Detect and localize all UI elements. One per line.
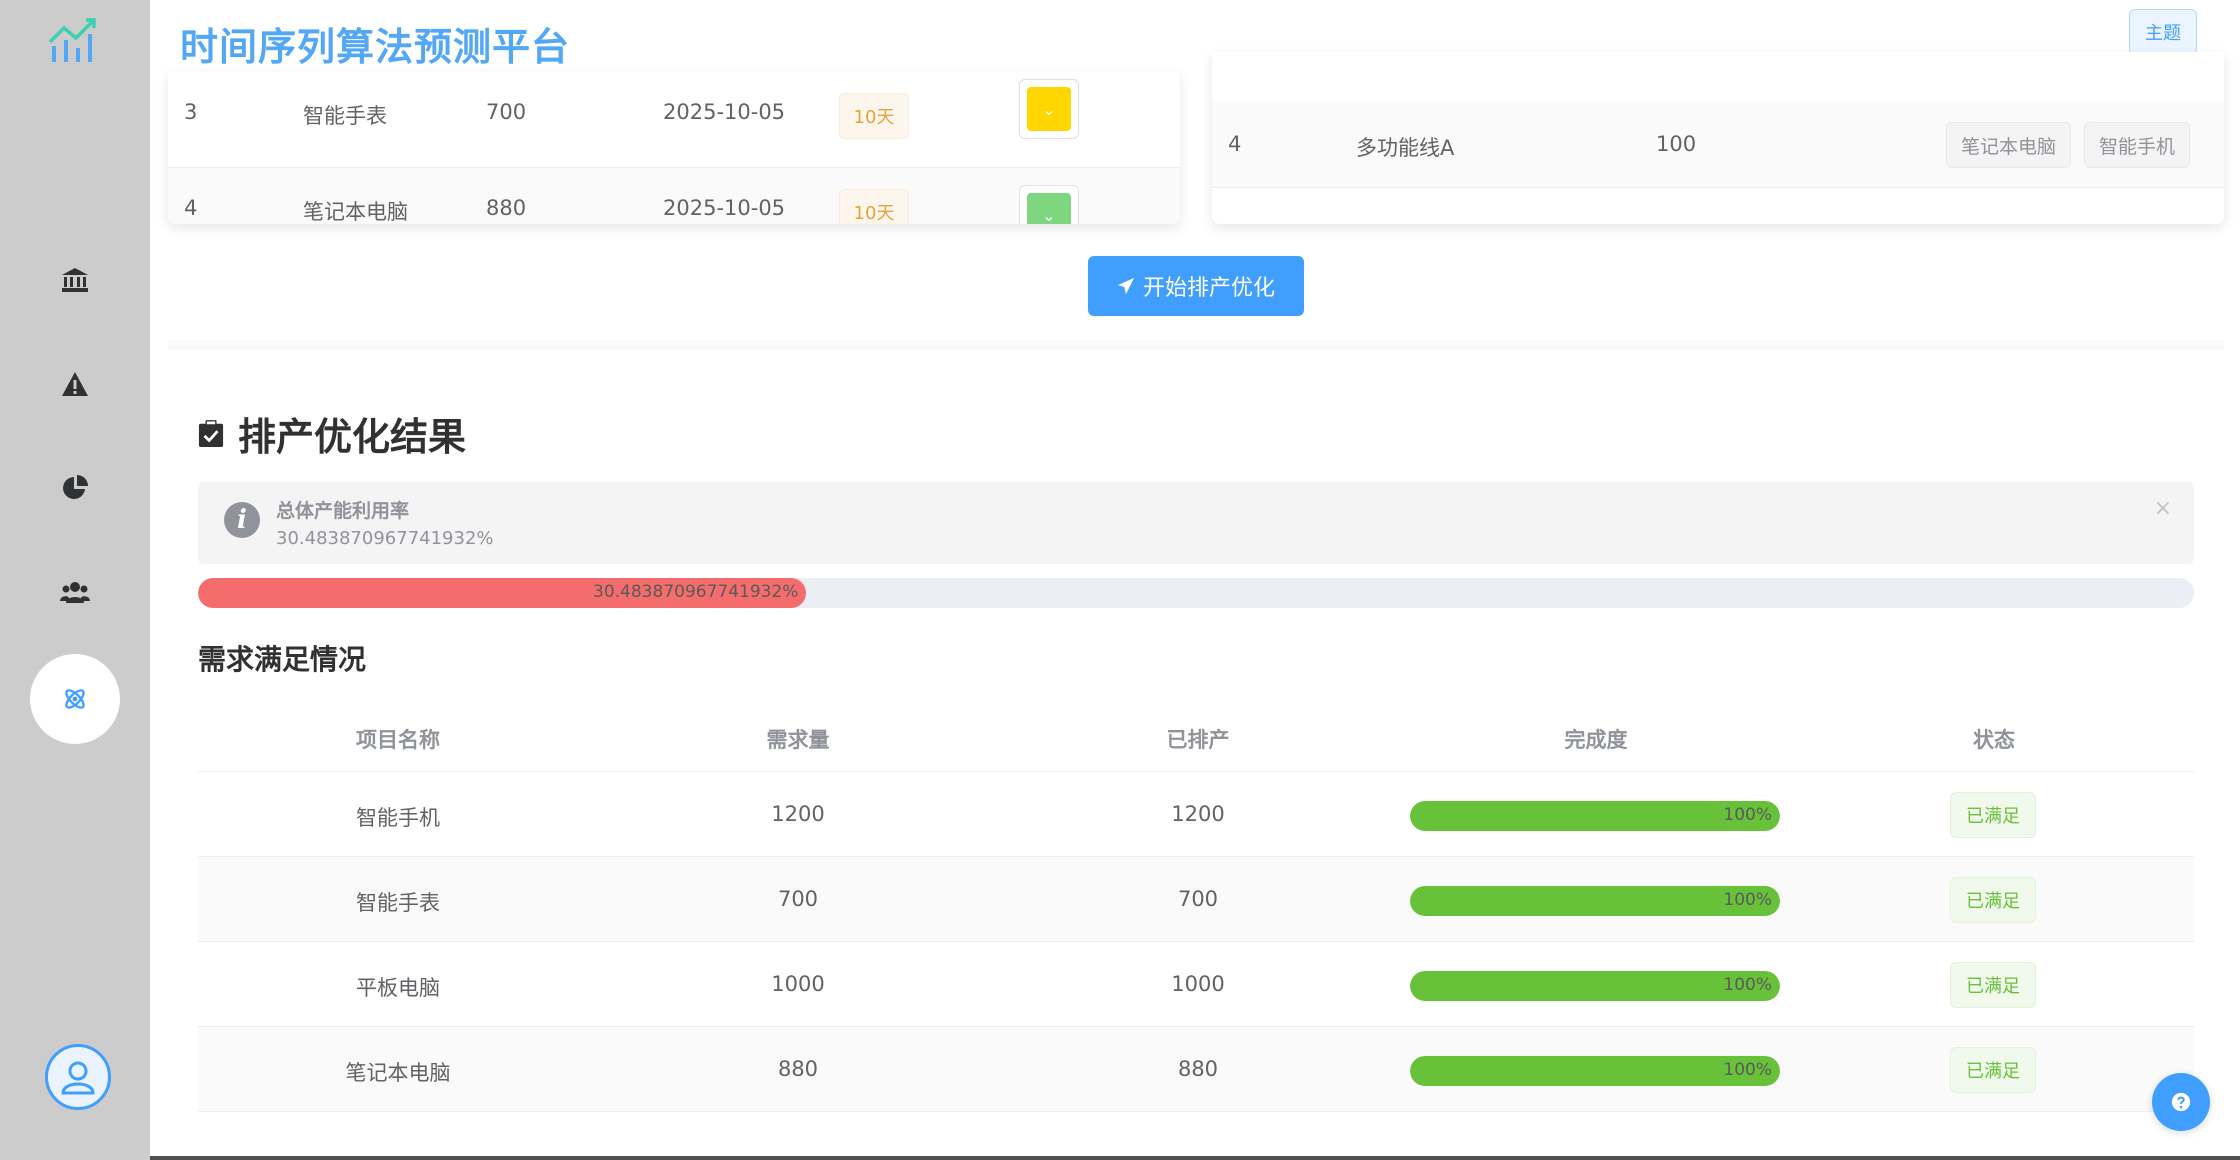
status-badge: 已满足 [1950, 877, 2036, 923]
demand-qty: 700 [777, 887, 819, 911]
completion-progress: 100% [1410, 1056, 1780, 1086]
line-id: 4 [1228, 132, 1242, 156]
column-header: 项目名称 [356, 728, 440, 752]
order-qty: 700 [486, 100, 527, 124]
lines-table: 4 多功能线A 100 笔记本电脑 智能手机 [1212, 52, 2224, 224]
color-swatch: ⌄ [1027, 193, 1071, 224]
scheduled-qty: 1000 [1171, 972, 1225, 996]
scheduled-qty: 880 [1177, 1057, 1219, 1081]
nav-home[interactable] [44, 258, 106, 302]
project-name: 智能手表 [356, 891, 440, 915]
order-product: 智能手表 [303, 104, 387, 128]
utilization-alert: i 总体产能利用率 30.483870967741932% × [198, 482, 2194, 564]
app-title: 时间序列算法预测平台 [180, 25, 571, 69]
orders-table: 3 智能手表 700 2025-10-05 10天 ⌄ 4 笔记本电脑 880 … [168, 72, 1180, 224]
demand-qty: 880 [777, 1057, 819, 1081]
completion-progress-fill: 100% [1410, 801, 1780, 831]
nav-users[interactable] [44, 570, 106, 614]
result-heading: 排产优化结果 [238, 415, 467, 459]
table-row: 智能手机 1200 1200 100% 已满足 [198, 772, 2194, 857]
alert-title: 总体产能利用率 [276, 500, 410, 522]
lead-time-tag: 10天 [839, 189, 909, 224]
nav-alerts[interactable] [44, 362, 106, 406]
pie-chart-icon [63, 475, 88, 499]
close-icon[interactable]: × [2154, 496, 2172, 521]
completion-label: 100% [1723, 805, 1772, 825]
order-date: 2025-10-05 [663, 196, 786, 220]
completion-progress: 100% [1410, 971, 1780, 1001]
color-swatch: ⌄ [1027, 87, 1071, 131]
table-row: 智能手表 700 700 100% 已满足 [198, 857, 2194, 942]
chevron-down-icon: ⌄ [1042, 99, 1056, 119]
color-picker[interactable]: ⌄ [1019, 79, 1079, 139]
scheduled-qty: 700 [1177, 887, 1219, 911]
sidebar [0, 0, 150, 1160]
warning-icon [62, 372, 88, 396]
line-capacity: 100 [1656, 132, 1697, 156]
completion-label: 100% [1723, 1060, 1772, 1080]
theme-button[interactable]: 主题 [2129, 9, 2197, 55]
order-id: 3 [184, 100, 198, 124]
order-product: 笔记本电脑 [303, 200, 408, 224]
status-badge: 已满足 [1950, 792, 2036, 838]
utilization-progress-label: 30.483870967741932% [593, 582, 799, 602]
chart-logo-icon [48, 16, 104, 64]
project-name: 笔记本电脑 [345, 1061, 451, 1085]
product-tag: 笔记本电脑 [1946, 122, 2072, 168]
status-badge: 已满足 [1950, 1047, 2036, 1093]
column-header: 已排产 [1166, 728, 1230, 752]
project-name: 智能手机 [356, 806, 440, 830]
product-tag: 智能手机 [2084, 122, 2191, 168]
completion-progress: 100% [1410, 886, 1780, 916]
nav-analytics[interactable] [44, 466, 106, 510]
project-name: 平板电脑 [356, 976, 440, 1000]
paper-plane-icon [1117, 277, 1135, 295]
bank-icon [62, 268, 88, 292]
utilization-progress: 30.483870967741932% [198, 578, 2194, 608]
alert-description: 30.483870967741932% [276, 528, 494, 549]
order-date: 2025-10-05 [663, 100, 786, 124]
order-id: 4 [184, 196, 198, 220]
help-button[interactable] [2152, 1073, 2210, 1131]
users-icon [60, 582, 90, 603]
info-icon: i [224, 502, 260, 538]
atom-icon [65, 689, 85, 709]
lead-time-tag: 10天 [839, 93, 909, 139]
window-bottom-edge [150, 1156, 2240, 1160]
column-header: 需求量 [766, 728, 830, 752]
scheduled-qty: 1200 [1171, 802, 1225, 826]
line-name: 多功能线A [1356, 136, 1455, 160]
utilization-progress-fill: 30.483870967741932% [198, 578, 807, 608]
user-avatar[interactable] [45, 1044, 111, 1110]
completion-progress: 100% [1410, 801, 1780, 831]
start-optimization-button[interactable]: 开始排产优化 [1088, 256, 1304, 316]
completion-progress-fill: 100% [1410, 1056, 1780, 1086]
result-title: 排产优化结果 [198, 406, 466, 461]
question-icon [2171, 1092, 2191, 1112]
completion-progress-fill: 100% [1410, 886, 1780, 916]
order-qty: 880 [486, 196, 527, 220]
table-header: 项目名称 需求量 已排产 完成度 状态 [198, 702, 2194, 772]
table-row: 平板电脑 1000 1000 100% 已满足 [198, 942, 2194, 1027]
column-header: 状态 [1973, 728, 2015, 752]
color-picker[interactable]: ⌄ [1019, 185, 1079, 224]
user-icon [61, 1061, 95, 1095]
clipboard-check-icon [198, 419, 224, 447]
demand-title: 需求满足情况 [198, 643, 367, 676]
status-badge: 已满足 [1950, 962, 2036, 1008]
start-optimization-label: 开始排产优化 [1142, 276, 1275, 301]
completion-label: 100% [1723, 975, 1772, 995]
column-header: 完成度 [1564, 728, 1628, 752]
demand-qty: 1000 [771, 972, 825, 996]
table-row: 4 多功能线A 100 笔记本电脑 智能手机 [1212, 102, 2224, 188]
nav-scheduling[interactable] [30, 654, 120, 744]
table-row: 3 智能手表 700 2025-10-05 10天 ⌄ [168, 72, 1180, 168]
completion-progress-fill: 100% [1410, 971, 1780, 1001]
completion-label: 100% [1723, 890, 1772, 910]
section-divider [168, 340, 2224, 350]
demand-qty: 1200 [771, 802, 825, 826]
chevron-down-icon: ⌄ [1042, 205, 1056, 225]
table-row: 4 笔记本电脑 880 2025-10-05 10天 ⌄ [168, 168, 1180, 224]
table-row: 笔记本电脑 880 880 100% 已满足 [198, 1027, 2194, 1112]
